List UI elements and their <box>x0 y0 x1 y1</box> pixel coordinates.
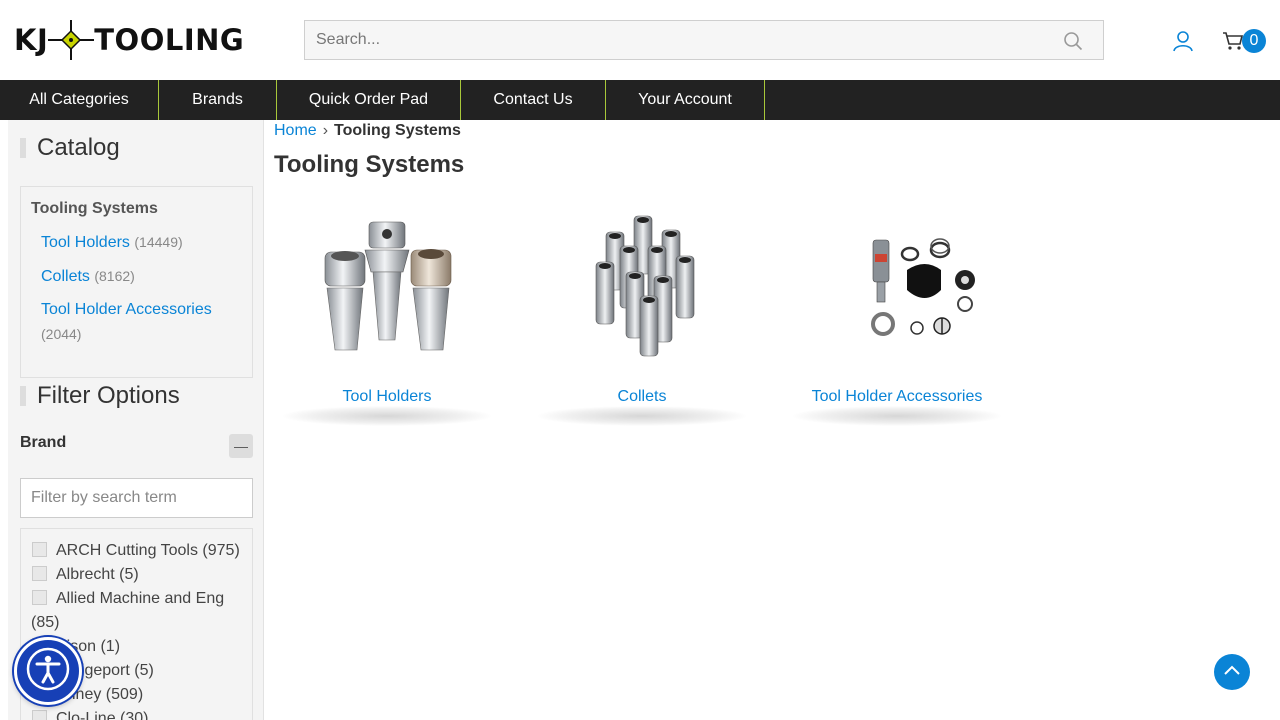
brand-item-label: Allied Machine and Eng (85) <box>31 590 225 631</box>
tool-holder-accessories-image[interactable] <box>817 210 977 360</box>
cart-button[interactable]: 0 <box>1222 29 1268 53</box>
cart-icon <box>1222 31 1244 51</box>
tool-holders-image[interactable] <box>307 210 467 360</box>
catalog-heading: Catalog <box>20 134 120 162</box>
brand-checkbox[interactable] <box>32 710 47 720</box>
accessibility-button[interactable] <box>14 637 82 705</box>
search-input[interactable] <box>305 21 1103 59</box>
accessibility-icon <box>26 647 70 696</box>
arrow-up-icon <box>1223 663 1241 681</box>
tile-shadow <box>793 406 1001 426</box>
category-box: Tooling Systems Tool Holders (14449) Col… <box>20 186 253 378</box>
category-count: (14449) <box>134 234 183 250</box>
main-nav: All Categories Brands Quick Order Pad Co… <box>0 80 1280 120</box>
category-count: (2044) <box>41 326 82 342</box>
filter-options-heading: Filter Options <box>20 382 180 410</box>
brand-collapse-button[interactable]: — <box>229 434 253 458</box>
collets-image[interactable] <box>562 210 722 360</box>
category-link-tool-holder-accessories[interactable]: Tool Holder Accessories (2044) <box>41 298 241 347</box>
logo-text-left: KJ <box>14 23 49 57</box>
breadcrumb-current: Tooling Systems <box>334 122 461 139</box>
crosshair-logo-icon <box>48 18 95 62</box>
brand-checkbox[interactable] <box>32 566 47 581</box>
scroll-to-top-button[interactable] <box>1214 654 1250 690</box>
page-title: Tooling Systems <box>274 151 465 178</box>
search-icon[interactable] <box>1063 31 1083 51</box>
sidebar: Catalog Tooling Systems Tool Holders (14… <box>8 120 264 720</box>
category-count: (8162) <box>94 268 135 284</box>
tile-shadow <box>538 406 746 426</box>
brand-item[interactable]: ARCH Cutting Tools (975) <box>31 539 246 563</box>
heading-bar <box>20 138 26 158</box>
cart-count-badge: 0 <box>1242 29 1266 53</box>
category-title: Tooling Systems <box>31 200 158 217</box>
brand-item[interactable]: Clo-Line (30) <box>31 707 246 720</box>
filter-options-heading-text: Filter Options <box>37 382 180 409</box>
site-header: KJ TOOLING 0 <box>0 0 1280 80</box>
brand-checkbox[interactable] <box>32 590 47 605</box>
breadcrumb: Home › Tooling Systems <box>274 122 461 140</box>
brand-filter-field <box>20 478 253 518</box>
nav-item-contact-us[interactable]: Contact Us <box>461 80 606 120</box>
category-tile-collets[interactable]: Collets <box>532 200 752 430</box>
brand-item-label: ARCH Cutting Tools (975) <box>56 542 240 559</box>
tile-label[interactable]: Collets <box>532 388 752 406</box>
heading-bar <box>20 386 26 406</box>
category-label[interactable]: Collets <box>41 268 90 285</box>
brand-checkbox[interactable] <box>32 542 47 557</box>
category-label[interactable]: Tool Holder Accessories <box>41 301 212 318</box>
tile-label[interactable]: Tool Holders <box>277 388 497 406</box>
category-link-tool-holders[interactable]: Tool Holders (14449) <box>41 230 183 255</box>
brand-filter-label: Brand <box>20 434 67 451</box>
nav-item-brands[interactable]: Brands <box>159 80 277 120</box>
category-link-collets[interactable]: Collets (8162) <box>41 264 135 289</box>
brand-item-label: Clo-Line (30) <box>56 710 149 720</box>
breadcrumb-separator: › <box>322 122 329 139</box>
site-logo[interactable]: KJ TOOLING <box>14 18 244 62</box>
nav-item-all-categories[interactable]: All Categories <box>0 80 159 120</box>
category-tile-tool-holders[interactable]: Tool Holders <box>277 200 497 430</box>
category-tile-tool-holder-accessories[interactable]: Tool Holder Accessories <box>787 200 1007 430</box>
catalog-heading-text: Catalog <box>37 134 120 161</box>
tile-label[interactable]: Tool Holder Accessories <box>787 388 1007 406</box>
search-bar <box>304 20 1104 60</box>
nav-item-quick-order-pad[interactable]: Quick Order Pad <box>277 80 461 120</box>
category-label[interactable]: Tool Holders <box>41 234 130 251</box>
brand-filter-input[interactable] <box>21 479 252 517</box>
breadcrumb-home-link[interactable]: Home <box>274 122 317 139</box>
nav-item-your-account[interactable]: Your Account <box>606 80 765 120</box>
brand-item[interactable]: Albrecht (5) <box>31 563 246 587</box>
logo-text-right: TOOLING <box>94 23 245 57</box>
brand-item-label: Albrecht (5) <box>56 566 139 583</box>
tile-shadow <box>283 406 491 426</box>
user-icon[interactable] <box>1172 30 1194 52</box>
brand-item[interactable]: Allied Machine and Eng (85) <box>31 587 246 635</box>
